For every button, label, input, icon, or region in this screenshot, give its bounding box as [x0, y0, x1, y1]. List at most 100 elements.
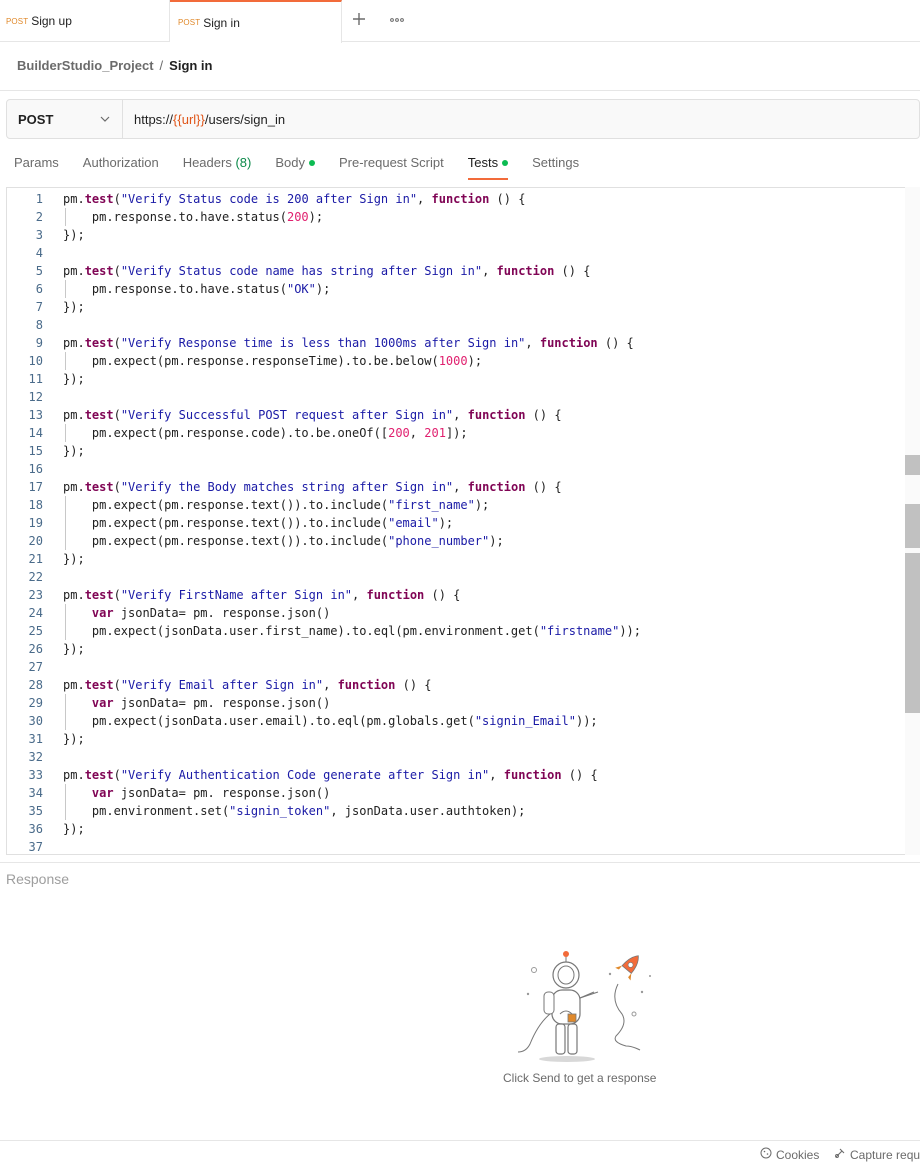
code-line[interactable]: 18 pm.expect(pm.response.text()).to.incl… — [7, 496, 907, 514]
code-line[interactable]: 16 — [7, 460, 907, 478]
code-line[interactable]: 12 — [7, 388, 907, 406]
code-line[interactable]: 3}); — [7, 226, 907, 244]
tab-label: Headers — [182, 155, 232, 170]
tab-body[interactable]: Body — [275, 150, 315, 180]
code-text: var jsonData= pm. response.json() — [91, 786, 331, 800]
code-line[interactable]: 33 pm.test("Verify Authentication Code ge… — [7, 766, 907, 784]
code-line[interactable]: 11}); — [7, 370, 907, 388]
line-number: 33 — [28, 768, 43, 782]
line-number: 35 — [28, 804, 43, 818]
code-line[interactable]: 28 pm.test("Verify Email after Sign in", … — [7, 676, 907, 694]
code-line[interactable]: 8 — [7, 316, 907, 334]
scrollbar-thumb[interactable] — [905, 553, 920, 713]
breadcrumb: BuilderStudio_Project / Sign in — [17, 58, 213, 73]
line-number: 24 — [28, 606, 43, 620]
status-dot — [502, 160, 509, 166]
cookies-button[interactable]: Cookies — [760, 1147, 819, 1162]
tab-title: Sign up — [31, 14, 72, 28]
capture-label: Capture requ — [850, 1147, 920, 1162]
code-line[interactable]: 37 — [7, 838, 907, 854]
response-label[interactable]: Response — [6, 871, 69, 887]
code-line[interactable]: 4 — [7, 244, 907, 262]
code-line[interactable]: 13 pm.test("Verify Successful POST reques… — [7, 406, 907, 424]
line-number: 17 — [28, 480, 43, 494]
tab-pre-request-script[interactable]: Pre-request Script — [339, 150, 444, 180]
code-text: }); — [63, 552, 85, 566]
code-line[interactable]: 14 pm.expect(pm.response.code).to.be.one… — [7, 424, 907, 442]
tab-title: Sign in — [203, 15, 240, 30]
code-line[interactable]: 7}); — [7, 298, 907, 316]
code-text: }); — [63, 732, 85, 746]
method-select[interactable]: POST — [7, 100, 123, 138]
tab-sign-up[interactable]: POST Sign up — [0, 0, 170, 42]
code-line[interactable]: 34 var jsonData= pm. response.json() — [7, 784, 907, 802]
astronaut-rocket-illustration — [510, 948, 660, 1066]
code-line[interactable]: 5 pm.test("Verify Status code name has st… — [7, 262, 907, 280]
method-label: POST — [18, 111, 54, 127]
breadcrumb-current[interactable]: Sign in — [169, 58, 212, 73]
tab-settings[interactable]: Settings — [532, 150, 579, 180]
code-text: }); — [63, 300, 85, 314]
line-number: 29 — [28, 696, 43, 710]
line-number: 30 — [28, 714, 43, 728]
code-line[interactable]: 17 pm.test("Verify the Body matches strin… — [7, 478, 907, 496]
breadcrumb-separator: / — [159, 58, 164, 73]
ellipsis-icon[interactable] — [390, 12, 404, 26]
code-line[interactable]: 29 var jsonData= pm. response.json() — [7, 694, 907, 712]
divider — [0, 862, 920, 863]
tab-params[interactable]: Params — [14, 150, 59, 180]
code-text: }); — [63, 444, 85, 458]
line-number: 6 — [35, 282, 43, 296]
line-number: 12 — [28, 390, 43, 404]
capture-icon — [834, 1147, 846, 1162]
code-line[interactable]: 22 — [7, 568, 907, 586]
line-number: 8 — [35, 318, 43, 332]
code-line[interactable]: 27 — [7, 658, 907, 676]
tab-method: POST — [6, 16, 29, 26]
code-line[interactable]: 21}); — [7, 550, 907, 568]
code-line[interactable]: 31}); — [7, 730, 907, 748]
code-line[interactable]: 20 pm.expect(pm.response.text()).to.incl… — [7, 532, 907, 550]
divider — [0, 90, 920, 91]
scrollbar-thumb[interactable] — [905, 504, 920, 548]
code-line[interactable]: 1 pm.test("Verify Status code is 200 afte… — [7, 190, 907, 208]
code-text: pm.expect(pm.response.text()).to.include… — [63, 516, 454, 530]
code-line[interactable]: 19 pm.expect(pm.response.text()).to.incl… — [7, 514, 907, 532]
code-text: pm.test("Verify Authentication Code gene… — [63, 768, 598, 782]
scrollbar-thumb[interactable] — [905, 455, 920, 475]
breadcrumb-project[interactable]: BuilderStudio_Project — [17, 58, 154, 73]
tab-headers[interactable]: Headers (8) — [183, 150, 252, 180]
tab-tests[interactable]: Tests — [467, 150, 509, 180]
code-line[interactable]: 23 pm.test("Verify FirstName after Sign i… — [7, 586, 907, 604]
tab-label: Tests — [467, 155, 499, 170]
capture-requests-button[interactable]: Capture requ — [834, 1147, 920, 1162]
code-line[interactable]: 30 pm.expect(jsonData.user.email).to.eql… — [7, 712, 907, 730]
code-text: pm.response.to.have.status("OK"); — [63, 282, 331, 296]
line-number: 20 — [28, 534, 43, 548]
code-text: pm.test("Verify the Body matches string … — [63, 480, 562, 494]
code-line[interactable]: 35 pm.environment.set("signin_token", js… — [7, 802, 907, 820]
code-line[interactable]: 25 pm.expect(jsonData.user.first_name).t… — [7, 622, 907, 640]
code-line[interactable]: 36}); — [7, 820, 907, 838]
editor-scrollbar[interactable] — [905, 187, 920, 855]
plus-icon[interactable] — [352, 10, 366, 30]
line-number: 11 — [28, 372, 43, 386]
code-line[interactable]: 24 var jsonData= pm. response.json() — [7, 604, 907, 622]
tab-sign-in[interactable]: POST Sign in — [170, 0, 342, 43]
code-line[interactable]: 6 pm.response.to.have.status("OK"); — [7, 280, 907, 298]
code-line[interactable]: 2 pm.response.to.have.status(200); — [7, 208, 907, 226]
code-line[interactable]: 15}); — [7, 442, 907, 460]
line-number: 27 — [28, 660, 43, 674]
code-line[interactable]: 26}); — [7, 640, 907, 658]
url-input[interactable]: https://{{url}}/users/sign_in — [123, 100, 285, 138]
code-line[interactable]: 32 — [7, 748, 907, 766]
status-bar: Cookies Capture requ — [0, 1140, 920, 1162]
code-line[interactable]: 9 pm.test("Verify Response time is less t… — [7, 334, 907, 352]
code-text: pm.test("Verify Email after Sign in", fu… — [63, 678, 432, 692]
code-text: pm.expect(jsonData.user.email).to.eql(pm… — [63, 714, 598, 728]
tab-authorization[interactable]: Authorization — [83, 150, 159, 180]
code-editor[interactable]: 1 pm.test("Verify Status code is 200 afte… — [6, 187, 920, 855]
line-number: 16 — [28, 462, 43, 476]
code-line[interactable]: 10 pm.expect(pm.response.responseTime).t… — [7, 352, 907, 370]
line-number: 19 — [28, 516, 43, 530]
